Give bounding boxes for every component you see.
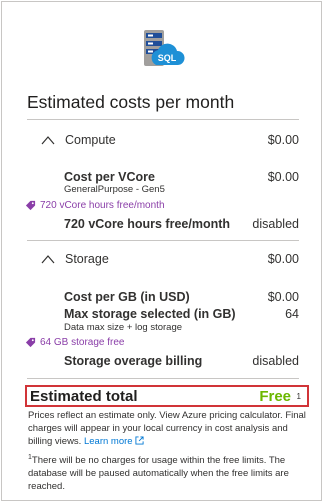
compute-free-tag-text: 720 vCore hours free/month [40, 200, 165, 211]
max-storage-value: 64 [285, 307, 299, 321]
footnote-marker: 1 [296, 392, 301, 401]
max-storage-row: Max storage selected (in GB) 64 [27, 307, 299, 321]
max-storage-note-row: Data max size + log storage [27, 322, 299, 334]
max-storage-label: Max storage selected (in GB) [64, 307, 236, 321]
compute-tier-row: GeneralPurpose - Gen5 [27, 184, 299, 196]
estimated-total-box: Estimated total Free 1 [25, 385, 309, 407]
learn-more-link[interactable]: Learn more [84, 436, 133, 447]
divider [27, 119, 299, 120]
tag-icon [25, 200, 36, 211]
tag-icon [25, 337, 36, 348]
storage-value: $0.00 [267, 252, 299, 266]
chevron-up-icon[interactable] [41, 134, 55, 146]
pricing-note: Prices reflect an estimate only. View Az… [28, 410, 312, 448]
compute-value: $0.00 [267, 133, 299, 147]
divider [27, 240, 299, 241]
cost-per-vcore-value: $0.00 [267, 170, 299, 184]
chevron-up-icon[interactable] [41, 253, 55, 265]
compute-section-header[interactable]: Compute $0.00 [27, 133, 299, 153]
cost-per-vcore-label: Cost per VCore [64, 170, 155, 184]
vcore-hours-free-row: 720 vCore hours free/month disabled [27, 217, 299, 233]
cost-estimate-panel: SQL Estimated costs per month Compute $0… [1, 1, 322, 501]
estimated-total-value: Free [259, 388, 291, 405]
storage-overage-row: Storage overage billing disabled [27, 354, 299, 370]
storage-overage-value: disabled [252, 354, 299, 368]
free-limits-footnote: 1There will be no charges for usage with… [28, 452, 312, 494]
cost-per-gb-label: Cost per GB (in USD) [64, 290, 190, 304]
estimated-total-label: Estimated total [30, 388, 138, 405]
storage-free-tag-text: 64 GB storage free [40, 337, 125, 348]
page-title: Estimated costs per month [27, 92, 235, 112]
cost-per-vcore-row: Cost per VCore $0.00 [27, 170, 299, 184]
storage-free-tag: 64 GB storage free [25, 337, 125, 348]
compute-free-tag: 720 vCore hours free/month [25, 200, 165, 211]
divider [27, 378, 299, 379]
cost-per-gb-value: $0.00 [267, 290, 299, 304]
vcore-hours-free-value: disabled [252, 217, 299, 231]
external-link-icon[interactable] [135, 436, 144, 445]
footnote-text: There will be no charges for usage withi… [28, 455, 289, 492]
compute-label: Compute [65, 133, 116, 147]
logo-text: SQL [158, 53, 177, 63]
cost-per-gb-row: Cost per GB (in USD) $0.00 [27, 290, 299, 304]
sql-database-icon: SQL [144, 30, 185, 66]
max-storage-note: Data max size + log storage [64, 322, 183, 333]
pricing-note-text: Prices reflect an estimate only. View Az… [28, 410, 306, 447]
storage-label: Storage [65, 252, 109, 266]
compute-tier: GeneralPurpose - Gen5 [64, 184, 165, 195]
storage-section-header[interactable]: Storage $0.00 [27, 252, 299, 272]
